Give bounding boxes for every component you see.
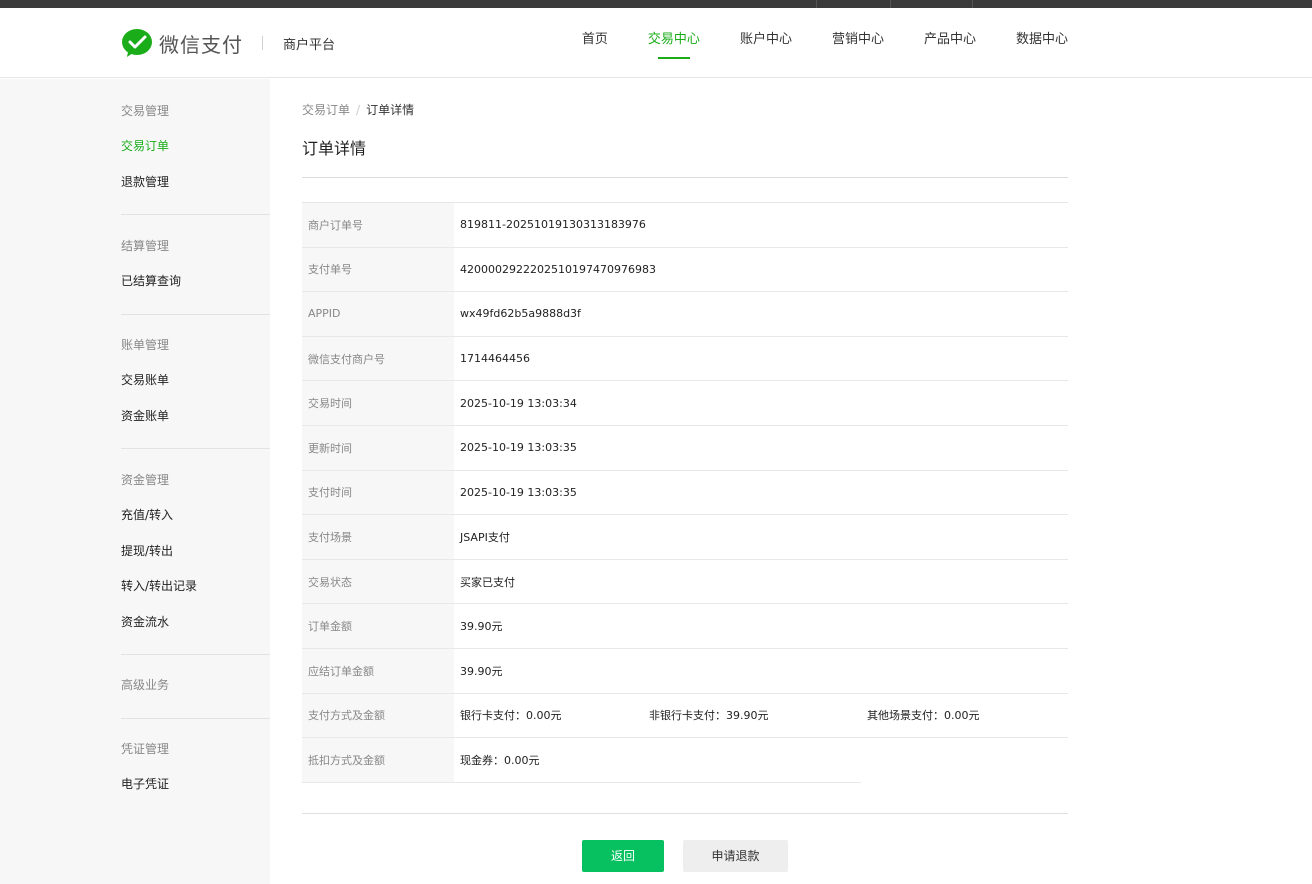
top-strip-divider (816, 0, 817, 8)
sidebar-item-fund-bill[interactable]: 资金账单 (121, 406, 270, 426)
nav-account-center[interactable]: 账户中心 (740, 8, 792, 78)
sidebar-item-trade-orders[interactable]: 交易订单 (121, 136, 270, 156)
detail-value: 39.90元 (460, 664, 503, 678)
breadcrumb: 交易订单 / 订单详情 (302, 101, 414, 119)
logo[interactable]: 微信支付 商户平台 (121, 27, 335, 59)
nav-home[interactable]: 首页 (582, 8, 608, 78)
back-button[interactable]: 返回 (582, 840, 664, 872)
top-strip (0, 0, 1312, 8)
title-divider (302, 177, 1068, 178)
detail-row: 微信支付商户号 1714464456 (302, 336, 1068, 382)
sidebar-group-title: 资金管理 (121, 473, 170, 487)
sidebar-group-title: 结算管理 (121, 239, 170, 253)
sidebar-group-title: 交易管理 (121, 104, 170, 118)
logo-divider (262, 36, 263, 50)
detail-label: 抵扣方式及金额 (302, 738, 454, 783)
detail-value: 2025-10-19 13:03:34 (460, 396, 577, 410)
top-strip-divider (972, 0, 973, 8)
detail-value: 1714464456 (460, 352, 530, 366)
detail-value: 819811-20251019130313183976 (460, 218, 646, 232)
main-nav: 首页 交易中心 账户中心 营销中心 产品中心 数据中心 (542, 8, 1068, 78)
sidebar-divider (121, 214, 270, 215)
breadcrumb-separator: / (356, 103, 361, 117)
detail-row: 商户订单号 819811-20251019130313183976 (302, 203, 1068, 248)
payment-methods: 银行卡支付：0.00元 非银行卡支付：39.90元 其他场景支付：0.00元 (454, 694, 1068, 738)
bank-card-payment: 银行卡支付：0.00元 (460, 709, 562, 723)
platform-name: 商户平台 (283, 37, 336, 53)
wechat-pay-logo-icon (122, 29, 152, 57)
detail-row: 交易时间 2025-10-19 13:03:34 (302, 381, 1068, 426)
nav-trade-center[interactable]: 交易中心 (648, 8, 700, 78)
detail-label: 订单金额 (302, 604, 454, 648)
sidebar: 交易管理 交易订单 退款管理 结算管理 已结算查询 账单管理 交易账单 资金账单… (0, 79, 270, 884)
nav-product-center[interactable]: 产品中心 (924, 8, 976, 78)
detail-value: 39.90元 (460, 620, 503, 634)
detail-label: 支付时间 (302, 470, 454, 515)
detail-row: 抵扣方式及金额 现金券：0.00元 (302, 738, 1068, 783)
detail-row: 支付场景 JSAPI支付 (302, 515, 1068, 560)
sidebar-divider (121, 448, 270, 449)
sidebar-group-trade: 交易管理 交易订单 退款管理 (121, 101, 270, 192)
sidebar-item-settled-query[interactable]: 已结算查询 (121, 271, 270, 291)
detail-row: APPID wx49fd62b5a9888d3f (302, 292, 1068, 337)
detail-value: 2025-10-19 13:03:35 (460, 441, 577, 455)
sidebar-item-e-voucher[interactable]: 电子凭证 (121, 774, 270, 794)
sidebar-group-settlement: 结算管理 已结算查询 (121, 236, 270, 291)
detail-row: 更新时间 2025-10-19 13:03:35 (302, 425, 1068, 471)
detail-label: 支付方式及金额 (302, 693, 454, 738)
other-scene-payment: 其他场景支付：0.00元 (867, 709, 980, 723)
sidebar-group-vouchers: 凭证管理 电子凭证 (121, 739, 270, 794)
detail-row: 应结订单金额 39.90元 (302, 648, 1068, 694)
sidebar-item-recharge[interactable]: 充值/转入 (121, 505, 270, 525)
nav-data-center[interactable]: 数据中心 (1016, 8, 1068, 78)
detail-value: wx49fd62b5a9888d3f (460, 307, 581, 321)
detail-label: 微信支付商户号 (302, 336, 454, 381)
apply-refund-button[interactable]: 申请退款 (683, 840, 788, 872)
detail-label: 支付场景 (302, 515, 454, 559)
footer-divider (302, 813, 1068, 814)
detail-label: 应结订单金额 (302, 648, 454, 693)
page-title: 订单详情 (302, 139, 367, 158)
order-detail-table: 商户订单号 819811-20251019130313183976 支付单号 420… (302, 202, 1068, 783)
sidebar-item-refund-management[interactable]: 退款管理 (121, 172, 270, 192)
detail-label: 交易状态 (302, 559, 454, 604)
sidebar-group-advanced: 高级业务 (121, 675, 270, 695)
sidebar-divider (121, 718, 270, 719)
detail-row: 支付方式及金额 银行卡支付：0.00元 非银行卡支付：39.90元 其他场景支付：0.… (302, 693, 1068, 739)
breadcrumb-parent-link[interactable]: 交易订单 (302, 103, 350, 117)
detail-value: 买家已支付 (460, 575, 515, 589)
sidebar-group-title: 凭证管理 (121, 742, 170, 756)
nav-marketing-center[interactable]: 营销中心 (832, 8, 884, 78)
detail-row: 订单金额 39.90元 (302, 604, 1068, 649)
detail-label: APPID (302, 292, 454, 336)
detail-value: 现金券：0.00元 (454, 738, 861, 783)
sidebar-group-bills: 账单管理 交易账单 资金账单 (121, 335, 270, 426)
detail-value: JSAPI支付 (460, 530, 510, 544)
sidebar-group-title[interactable]: 高级业务 (121, 675, 270, 695)
sidebar-item-fund-flow[interactable]: 资金流水 (121, 612, 270, 632)
detail-value: 4200002922202510197470976983 (460, 262, 656, 276)
sidebar-item-withdraw[interactable]: 提现/转出 (121, 541, 270, 561)
sidebar-item-transfer-records[interactable]: 转入/转出记录 (121, 576, 270, 596)
detail-label: 支付单号 (302, 247, 454, 292)
sidebar-group-title: 账单管理 (121, 338, 170, 352)
logo-text: 微信支付 (159, 32, 243, 57)
detail-value: 2025-10-19 13:03:35 (460, 485, 577, 499)
sidebar-divider (121, 314, 270, 315)
detail-row: 支付单号 4200002922202510197470976983 (302, 247, 1068, 293)
sidebar-item-trade-bill[interactable]: 交易账单 (121, 370, 270, 390)
sidebar-group-funds: 资金管理 充值/转入 提现/转出 转入/转出记录 资金流水 (121, 470, 270, 632)
header: 微信支付 商户平台 首页 交易中心 账户中心 营销中心 产品中心 数据中心 (0, 8, 1312, 78)
top-strip-divider (890, 0, 891, 8)
sidebar-divider (121, 654, 270, 655)
detail-label: 商户订单号 (302, 203, 454, 247)
detail-label: 更新时间 (302, 425, 454, 470)
non-bank-card-payment: 非银行卡支付：39.90元 (649, 709, 769, 723)
detail-row: 支付时间 2025-10-19 13:03:35 (302, 470, 1068, 516)
breadcrumb-current: 订单详情 (366, 103, 415, 117)
detail-row: 交易状态 买家已支付 (302, 559, 1068, 605)
detail-label: 交易时间 (302, 381, 454, 425)
